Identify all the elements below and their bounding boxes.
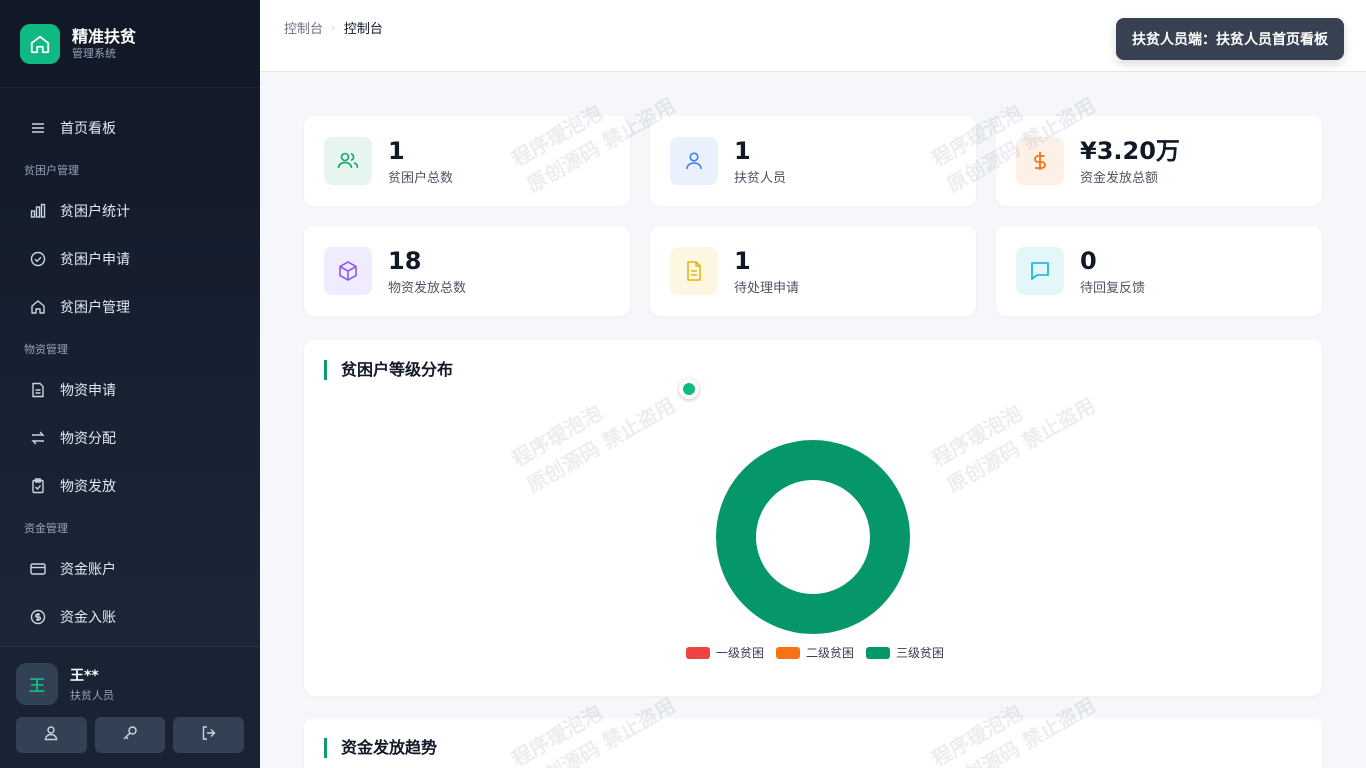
brand-subtitle: 管理系统: [72, 46, 116, 60]
sidebar-item-label: 贫困户申请: [60, 252, 130, 268]
stat-value: 18: [388, 246, 422, 275]
nav-group-funds: 资金管理: [24, 521, 68, 535]
change-password-button[interactable]: [94, 717, 166, 753]
trend-title: 资金发放趋势: [324, 738, 437, 758]
home-logo-icon: [20, 23, 60, 64]
sidebar-item-label: 资金入账: [60, 610, 116, 626]
users-icon: [324, 137, 372, 185]
level-distribution-card: 贫困户等级分布 一级贫困 二级贫困 三级贫困: [304, 340, 1322, 696]
logout-icon: [201, 725, 217, 745]
sidebar-item-household-manage[interactable]: 贫困户管理: [0, 283, 260, 331]
sidebar-item-label: 物资发放: [60, 479, 116, 495]
legend-swatch: [686, 646, 710, 659]
sidebar-nav: 首页看板 贫困户管理 贫困户统计 贫困户申请 贫困户管理 物资管理 物资申请 物…: [0, 88, 260, 641]
legend-label: 三级贫困: [896, 646, 945, 660]
sidebar: 精准扶贫 管理系统 首页看板 贫困户管理 贫困户统计 贫困户申请 贫困户管理 物…: [0, 0, 260, 768]
sidebar-item-label: 资金账户: [60, 562, 116, 578]
legend-swatch: [776, 646, 801, 659]
top-header: 控制台 › 控制台 扶贫人员端：扶贫人员首页看板: [260, 0, 1366, 72]
house-icon: [30, 299, 46, 315]
donut-slice-3[interactable]: [716, 440, 910, 634]
chart-legend: 一级贫困 二级贫困 三级贫困: [686, 644, 956, 661]
credit-card-icon: [30, 561, 46, 577]
chevron-right-icon: ›: [331, 20, 336, 35]
sidebar-item-label: 物资分配: [60, 431, 116, 447]
menu-icon: [30, 120, 46, 136]
check-circle-icon: [30, 251, 46, 267]
stat-label: 扶贫人员: [734, 170, 787, 186]
stat-value: 1: [388, 136, 405, 165]
user-panel: 王 王** 扶贫人员: [0, 646, 260, 768]
stat-card-feedback: 0 待回复反馈: [996, 226, 1322, 316]
stat-card-staff: 1 扶贫人员: [650, 116, 976, 206]
stat-card-pending: 1 待处理申请: [650, 226, 976, 316]
document-icon: [30, 382, 46, 398]
stat-card-funds: ¥3.20万 资金发放总额: [996, 116, 1322, 206]
user-icon: [43, 725, 59, 745]
chart-hover-dot: [679, 379, 699, 399]
breadcrumb-current: 控制台: [343, 22, 383, 37]
user-icon: [670, 137, 718, 185]
sidebar-item-label: 物资申请: [60, 383, 116, 399]
legend-item[interactable]: 一级贫困: [686, 644, 764, 661]
key-icon: [122, 725, 138, 745]
stat-label: 物资发放总数: [388, 280, 467, 296]
bar-chart-icon: [30, 203, 46, 219]
brand-title: 精准扶贫: [72, 26, 137, 46]
stat-card-households: 1 贫困户总数: [304, 116, 630, 206]
dollar-circle-icon: [30, 609, 46, 625]
sidebar-item-label: 贫困户统计: [60, 204, 130, 220]
sidebar-item-label: 贫困户管理: [60, 300, 130, 316]
legend-item[interactable]: 二级贫困: [776, 644, 854, 661]
sidebar-item-fund-account[interactable]: 资金账户: [0, 545, 260, 593]
stat-value: 1: [734, 136, 751, 165]
sidebar-item-fund-income[interactable]: 资金入账: [0, 593, 260, 641]
swap-arrows-icon: [30, 430, 46, 446]
role-tooltip: 扶贫人员端：扶贫人员首页看板: [1116, 18, 1344, 60]
file-text-icon: [670, 247, 718, 295]
legend-label: 一级贫困: [716, 646, 765, 660]
sidebar-item-material-apply[interactable]: 物资申请: [0, 366, 260, 414]
user-name: 王**: [70, 668, 99, 684]
logout-button[interactable]: [173, 717, 245, 753]
sidebar-item-material-dist[interactable]: 物资发放: [0, 462, 260, 510]
stat-label: 贫困户总数: [388, 170, 454, 186]
stat-value: ¥3.20万: [1080, 136, 1180, 165]
fund-trend-card: 资金发放趋势: [304, 718, 1322, 768]
nav-group-materials: 物资管理: [24, 342, 68, 356]
stat-card-materials: 18 物资发放总数: [304, 226, 630, 316]
message-icon: [1016, 247, 1064, 295]
legend-label: 二级贫困: [806, 646, 855, 660]
stat-label: 待回复反馈: [1080, 280, 1146, 296]
profile-button[interactable]: [16, 717, 87, 753]
legend-item[interactable]: 三级贫困: [866, 644, 944, 661]
user-role: 扶贫人员: [70, 689, 114, 702]
breadcrumb-item[interactable]: 控制台: [284, 18, 323, 37]
stat-label: 资金发放总额: [1080, 170, 1159, 186]
clipboard-check-icon: [30, 478, 46, 494]
nav-group-households: 贫困户管理: [24, 163, 79, 177]
main-content: 1 贫困户总数 1 扶贫人员 ¥3.20万 资金发放总额 18 物资发放总数 1…: [260, 72, 1366, 768]
stat-value: 0: [1080, 246, 1097, 275]
sidebar-item-material-alloc[interactable]: 物资分配: [0, 414, 260, 462]
sidebar-item-household-stats[interactable]: 贫困户统计: [0, 187, 260, 235]
stat-label: 待处理申请: [734, 280, 800, 296]
brand: 精准扶贫 管理系统: [0, 0, 260, 88]
stat-value: 1: [734, 246, 751, 275]
sidebar-item-home[interactable]: 首页看板: [0, 104, 260, 152]
breadcrumb: 控制台 › 控制台: [284, 18, 383, 38]
dollar-icon: [1016, 137, 1064, 185]
sidebar-item-label: 首页看板: [60, 121, 116, 137]
sidebar-item-household-apply[interactable]: 贫困户申请: [0, 235, 260, 283]
avatar: 王: [16, 663, 58, 705]
donut-chart: [716, 440, 910, 634]
legend-swatch: [866, 646, 891, 659]
box-icon: [324, 247, 372, 295]
